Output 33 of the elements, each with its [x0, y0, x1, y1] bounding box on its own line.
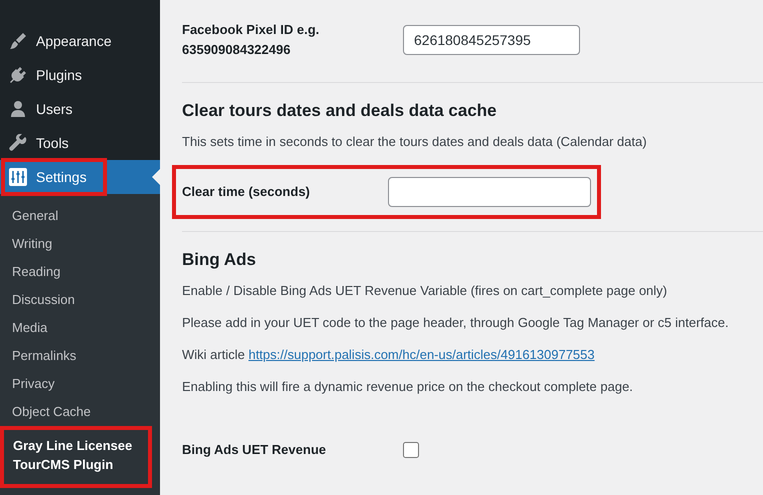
submenu-item[interactable]: Discussion: [0, 286, 160, 314]
submenu-item[interactable]: General: [0, 202, 160, 230]
paragraph-text: Enabling this will fire a dynamic revenue price on the checkout complete page.: [182, 378, 634, 396]
submenu-item[interactable]: Writing: [0, 230, 160, 258]
submenu-item[interactable]: Media: [0, 314, 160, 342]
brush-icon: [9, 32, 27, 50]
submenu-item[interactable]: Privacy: [0, 370, 160, 398]
text-field[interactable]: 626180845257395: [403, 25, 580, 55]
sliders-icon: [9, 168, 27, 186]
paragraph-text: This sets time in seconds to clear the tours dates and deals data (Calendar data): [182, 133, 648, 151]
submenu-item[interactable]: Reading: [0, 258, 160, 286]
field-label: Bing Ads UET Revenue: [182, 441, 327, 459]
checkbox[interactable]: [403, 442, 419, 458]
field-label: Clear time (seconds): [182, 183, 311, 201]
plug-icon: [9, 66, 27, 84]
paragraph-text: Wiki article: [182, 347, 245, 362]
sidebar-menu-item[interactable]: Appearance: [0, 24, 160, 58]
submenu-item[interactable]: Permalinks: [0, 342, 160, 370]
sidebar-menu-item[interactable]: Tools: [0, 126, 160, 160]
paragraph-text: Please add in your UET code to the page header, through Google Tag Manager or c5 interface.: [182, 314, 730, 332]
sidebar-menu-item[interactable]: Plugins: [0, 58, 160, 92]
wiki-link[interactable]: https://support.palisis.com/hc/en-us/articles/4916130977553: [248, 347, 595, 362]
user-icon: [9, 100, 27, 118]
sidebar-menu-item[interactable]: Users: [0, 92, 160, 126]
section-heading: Clear tours dates and deals data cache: [182, 101, 498, 121]
field-label: Facebook Pixel ID e.g. 635909084322496: [182, 21, 320, 59]
submenu-item[interactable]: Gray Line Licensee TourCMS Plugin: [0, 426, 152, 488]
sidebar-menu-item[interactable]: Settings: [0, 160, 160, 194]
submenu-item[interactable]: Object Cache: [0, 398, 160, 426]
paragraph-text: Enable / Disable Bing Ads UET Revenue Variable (fires on cart_complete page only): [182, 282, 668, 300]
text-field[interactable]: [388, 177, 591, 207]
wrench-icon: [9, 134, 27, 152]
section-heading: Bing Ads: [182, 250, 257, 270]
